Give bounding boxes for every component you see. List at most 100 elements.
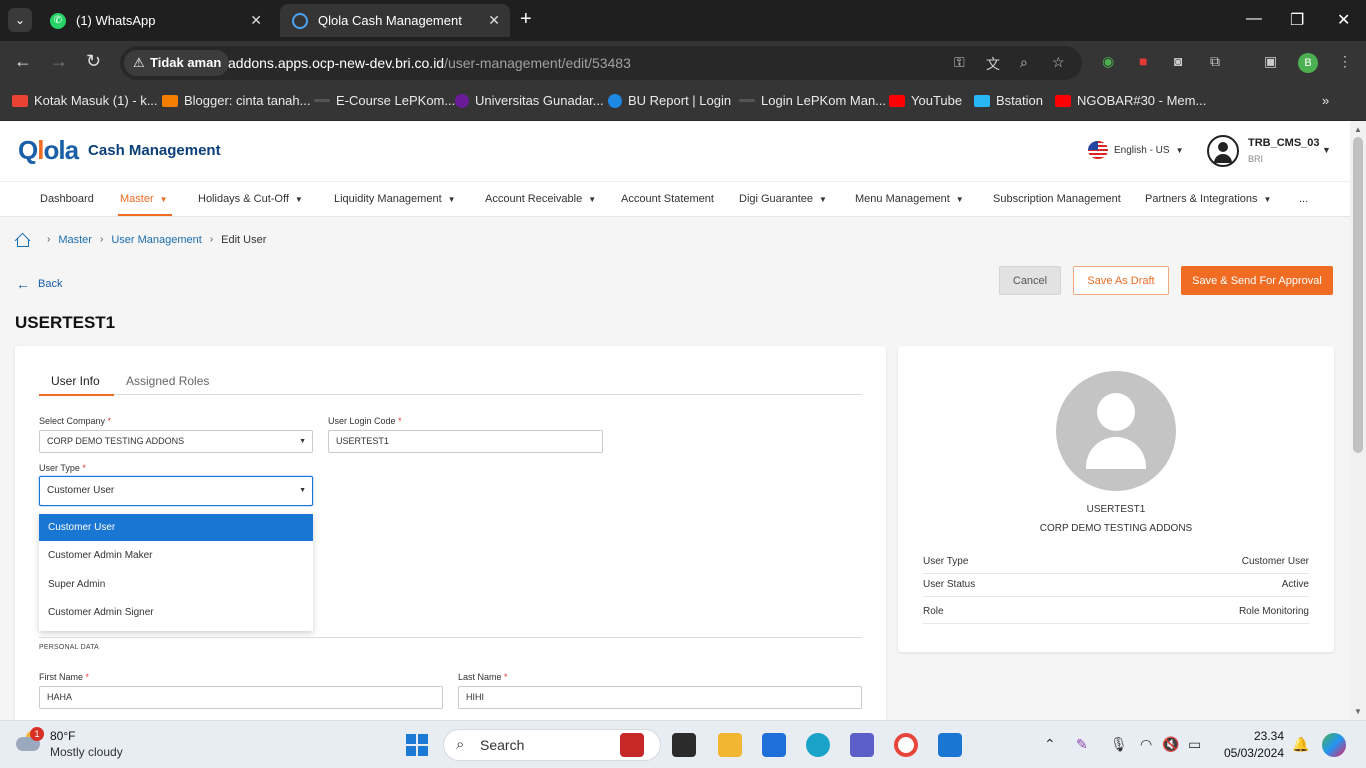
first-name-input[interactable]: HAHA xyxy=(39,686,443,709)
profile-card: USERTEST1 CORP DEMO TESTING ADDONS User … xyxy=(898,346,1334,652)
back-link[interactable]: ← Back xyxy=(16,276,62,292)
bookmark-item[interactable]: Universitas Gunadar... xyxy=(455,93,604,108)
bookmark-item[interactable]: NGOBAR#30 - Mem... xyxy=(1055,93,1206,108)
not-secure-badge[interactable]: Tidak aman xyxy=(124,50,230,76)
clock-time[interactable]: 23.34 xyxy=(1220,729,1284,743)
option-super-admin[interactable]: Super Admin xyxy=(39,571,313,598)
wifi-icon[interactable]: ◠ xyxy=(1140,736,1152,753)
extension-eye-icon[interactable]: ◉ xyxy=(1102,53,1114,70)
browser-tab-qlola[interactable]: Qlola Cash Management ✕ xyxy=(280,4,510,37)
save-as-draft-button[interactable]: Save As Draft xyxy=(1073,266,1169,295)
url-bar[interactable]: Tidak aman addons.apps.ocp-new-dev.bri.c… xyxy=(120,46,1082,80)
bookmark-star-icon[interactable]: ☆ xyxy=(1052,54,1065,71)
nav-dashboard[interactable]: Dashboard xyxy=(40,193,94,205)
bookmark-item[interactable]: BU Report | Login xyxy=(608,93,731,108)
forward-nav-icon[interactable]: → xyxy=(50,51,68,72)
extension-red-icon[interactable]: ■ xyxy=(1139,53,1147,69)
new-tab-icon[interactable]: + xyxy=(520,8,532,31)
nav-digi-guarantee[interactable]: Digi Guarantee ▼ xyxy=(739,193,827,205)
page-scrollbar[interactable]: ▲ ▼ xyxy=(1350,121,1366,720)
chrome-icon[interactable] xyxy=(894,733,918,757)
bookmark-item[interactable]: Bstation xyxy=(974,93,1043,108)
edge-icon[interactable] xyxy=(806,733,830,757)
notepad-icon[interactable] xyxy=(938,733,962,757)
mail-icon[interactable] xyxy=(762,733,786,757)
option-customer-admin-maker[interactable]: Customer Admin Maker xyxy=(39,542,313,569)
nav-label: Digi Guarantee xyxy=(739,193,813,205)
nav-account-receivable[interactable]: Account Receivable ▼ xyxy=(485,193,596,205)
microphone-icon[interactable]: 🎙 xyxy=(1110,736,1128,753)
translate-icon[interactable]: ⽂ xyxy=(986,54,1000,74)
scroll-down-icon[interactable]: ▼ xyxy=(1354,707,1362,716)
terminal-icon[interactable] xyxy=(672,733,696,757)
nav-menu-management[interactable]: Menu Management ▼ xyxy=(855,193,964,205)
reload-icon[interactable]: ↻ xyxy=(86,51,101,72)
side-panel-icon[interactable]: ▣ xyxy=(1264,53,1277,70)
restore-icon[interactable]: ❐ xyxy=(1290,10,1304,30)
scroll-up-icon[interactable]: ▲ xyxy=(1354,125,1362,134)
teams-icon[interactable] xyxy=(850,733,874,757)
tab-assigned-roles[interactable]: Assigned Roles xyxy=(126,374,209,388)
more-bookmarks-icon[interactable]: » xyxy=(1322,93,1329,108)
user-avatar-icon[interactable] xyxy=(1207,135,1239,167)
pen-icon[interactable]: ✎ xyxy=(1076,736,1088,753)
close-tab-icon[interactable]: ✕ xyxy=(488,12,500,29)
nav-account-statement[interactable]: Account Statement xyxy=(621,193,714,205)
bookmark-label: Kotak Masuk (1) - k... xyxy=(34,93,158,108)
nav-holidays-cutoff[interactable]: Holidays & Cut-Off ▼ xyxy=(198,193,303,205)
breadcrumb-user-management[interactable]: User Management xyxy=(111,234,202,246)
bookmark-item[interactable]: Login LePKom Man... xyxy=(739,93,886,108)
extensions-puzzle-icon[interactable]: ⧉ xyxy=(1210,53,1220,70)
last-name-value: HIHI xyxy=(466,692,484,702)
option-customer-user[interactable]: Customer User xyxy=(39,514,313,541)
back-nav-icon[interactable]: ← xyxy=(14,51,32,72)
browser-menu-icon[interactable]: ⋮ xyxy=(1338,53,1352,70)
home-icon[interactable] xyxy=(15,233,29,247)
cancel-button[interactable]: Cancel xyxy=(999,266,1061,295)
close-tab-icon[interactable]: ✕ xyxy=(250,12,262,29)
last-name-input[interactable]: HIHI xyxy=(458,686,862,709)
user-menu-chevron-icon[interactable]: ▼ xyxy=(1322,145,1331,155)
volume-muted-icon[interactable]: 🔇 xyxy=(1162,736,1179,753)
chevron-down-icon: ▼ xyxy=(819,195,827,204)
option-customer-admin-signer[interactable]: Customer Admin Signer xyxy=(39,599,313,626)
youtube-icon xyxy=(1055,94,1071,107)
app-store-icon[interactable] xyxy=(620,733,644,757)
minimize-icon[interactable]: — xyxy=(1246,10,1262,28)
copilot-icon[interactable] xyxy=(1322,733,1346,757)
nav-subscription-management[interactable]: Subscription Management xyxy=(993,193,1121,205)
bookmark-item[interactable]: Kotak Masuk (1) - k... xyxy=(12,93,158,108)
url-text[interactable]: addons.apps.ocp-new-dev.bri.co.id/user-m… xyxy=(228,55,631,71)
language-selector[interactable]: English - US ▼ xyxy=(1088,141,1184,159)
weather-condition: Mostly cloudy xyxy=(50,745,123,759)
lepkom-icon xyxy=(739,99,755,102)
clock-date[interactable]: 05/03/2024 xyxy=(1192,746,1284,760)
breadcrumb-master[interactable]: Master xyxy=(58,234,92,246)
browser-tab-whatsapp[interactable]: ✆ (1) WhatsApp ✕ xyxy=(38,4,272,37)
tab-user-info[interactable]: User Info xyxy=(39,374,114,396)
bookmark-item[interactable]: YouTube xyxy=(889,93,962,108)
nav-more[interactable]: ... xyxy=(1299,193,1308,205)
nav-partners-integrations[interactable]: Partners & Integrations ▼ xyxy=(1145,193,1271,205)
save-send-approval-button[interactable]: Save & Send For Approval xyxy=(1181,266,1333,295)
window-close-icon[interactable]: ✕ xyxy=(1337,10,1350,30)
profile-avatar[interactable]: B xyxy=(1298,53,1318,73)
windows-start-icon[interactable] xyxy=(406,734,428,756)
company-select[interactable]: CORP DEMO TESTING ADDONS ▼ xyxy=(39,430,313,453)
zoom-icon[interactable]: ⌕ xyxy=(1020,54,1028,71)
scrollbar-thumb[interactable] xyxy=(1353,137,1363,453)
login-code-input[interactable]: USERTEST1 xyxy=(328,430,603,453)
notification-bell-icon[interactable]: 🔔 xyxy=(1292,736,1309,753)
nav-liquidity-management[interactable]: Liquidity Management ▼ xyxy=(334,193,456,205)
tray-chevron-icon[interactable]: ⌃ xyxy=(1044,736,1056,753)
file-explorer-icon[interactable] xyxy=(718,733,742,757)
tab-search-button[interactable]: ⌄ xyxy=(8,8,32,32)
user-name[interactable]: TRB_CMS_03 xyxy=(1248,137,1320,149)
bookmark-item[interactable]: E-Course LePKom... xyxy=(314,93,455,108)
user-type-select[interactable]: Customer User ▼ xyxy=(39,476,313,506)
password-key-icon[interactable]: ⚿ xyxy=(954,54,965,71)
camera-extension-icon[interactable]: ◙ xyxy=(1174,53,1182,69)
bookmark-item[interactable]: Blogger: cinta tanah... xyxy=(162,93,310,108)
qlola-logo[interactable]: Qlola Cash Management xyxy=(18,135,221,166)
nav-master[interactable]: Master ▼ xyxy=(118,193,172,216)
